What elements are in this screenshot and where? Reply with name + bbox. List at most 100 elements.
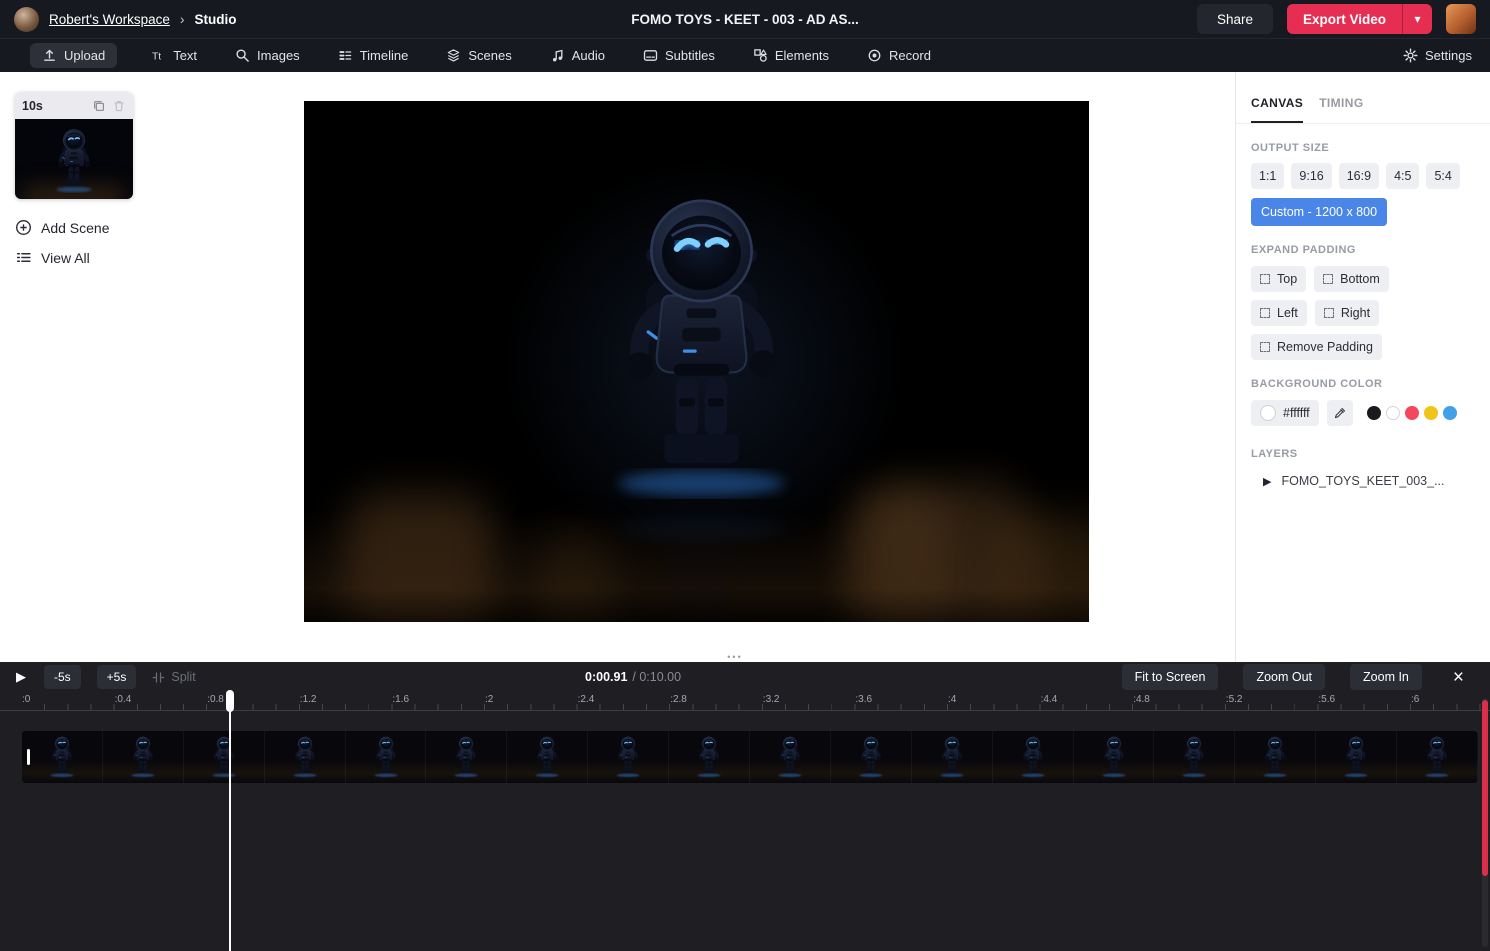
export-video-button[interactable]: Export Video ▾: [1287, 4, 1432, 34]
dashed-square-icon: [1323, 274, 1333, 284]
padding-left-button[interactable]: Left: [1251, 300, 1307, 326]
panel-resize-handle[interactable]: •••: [727, 652, 742, 662]
upload-icon: [42, 48, 57, 63]
padding-top-button[interactable]: Top: [1251, 266, 1306, 292]
forward-5s-button[interactable]: +5s: [97, 665, 137, 689]
toolbar-item-images[interactable]: Images: [231, 43, 304, 68]
color-dot-f0c419[interactable]: [1424, 406, 1438, 420]
view-all-label: View All: [41, 250, 90, 266]
workspace-link[interactable]: Robert's Workspace: [49, 12, 170, 27]
settings-button[interactable]: Settings: [1403, 48, 1472, 63]
color-dot-ffffff[interactable]: [1386, 406, 1400, 420]
film-frame-robot: [450, 734, 482, 780]
film-frame-robot: [531, 734, 563, 780]
padding-direction-label: Left: [1277, 306, 1298, 320]
ruler-tick: :1.2: [300, 694, 317, 705]
duplicate-icon[interactable]: [92, 99, 106, 113]
film-frame-robot: [46, 734, 78, 780]
gear-icon: [1403, 48, 1418, 63]
ratio-buttons: 1:1 9:16 16:9 4:5 5:4: [1251, 163, 1475, 189]
film-frame: [1397, 731, 1478, 783]
user-avatar[interactable]: [1446, 4, 1476, 34]
fit-to-screen-button[interactable]: Fit to Screen: [1122, 664, 1219, 690]
remove-padding-button[interactable]: Remove Padding: [1251, 334, 1382, 360]
ruler-tick: :2.8: [670, 694, 687, 705]
zoom-out-button[interactable]: Zoom Out: [1243, 664, 1325, 690]
toolbar-item-upload[interactable]: Upload: [30, 43, 117, 68]
layers-list: ▶FOMO_TOYS_KEET_003_...: [1251, 474, 1475, 488]
toolbar-item-elements[interactable]: Elements: [749, 43, 833, 68]
film-frame-robot: [1340, 734, 1372, 780]
clip-trim-handle[interactable]: [27, 749, 30, 765]
view-all-button[interactable]: View All: [15, 249, 235, 266]
scrollbar-thumb[interactable]: [1482, 700, 1488, 876]
add-scene-button[interactable]: Add Scene: [15, 219, 235, 236]
ratio-button-4-5[interactable]: 4:5: [1386, 163, 1419, 189]
toolbar-item-subtitles[interactable]: Subtitles: [639, 43, 719, 68]
film-frame-robot: [693, 734, 725, 780]
scene-card[interactable]: 10s: [15, 92, 133, 199]
color-dot-41a0e8[interactable]: [1443, 406, 1457, 420]
film-frame: [831, 731, 912, 783]
film-frame: [993, 731, 1074, 783]
clip-track[interactable]: [22, 731, 1478, 783]
toolbar-item-label: Subtitles: [665, 48, 715, 63]
workspace-avatar[interactable]: [14, 7, 39, 32]
dashed-square-icon: [1260, 274, 1270, 284]
padding-direction-label: Top: [1277, 272, 1297, 286]
ruler-tick: :4.4: [1041, 694, 1058, 705]
padding-bottom-button[interactable]: Bottom: [1314, 266, 1389, 292]
color-dot-1a1a1e[interactable]: [1367, 406, 1381, 420]
share-button[interactable]: Share: [1197, 4, 1273, 34]
ratio-button-1-1[interactable]: 1:1: [1251, 163, 1284, 189]
close-timeline-icon[interactable]: ×: [1447, 668, 1470, 687]
film-frame-robot: [127, 734, 159, 780]
film-frame: [426, 731, 507, 783]
film-frame-robot: [289, 734, 321, 780]
toolbar-item-timeline[interactable]: Timeline: [334, 43, 413, 68]
trash-icon[interactable]: [112, 99, 126, 113]
toolbar-item-scenes[interactable]: Scenes: [442, 43, 515, 68]
vertical-scrollbar[interactable]: [1482, 698, 1488, 947]
color-dot-f4475e[interactable]: [1405, 406, 1419, 420]
padding-buttons: Top Bottom Left Right: [1251, 266, 1409, 326]
custom-size-button[interactable]: Custom - 1200 x 800: [1251, 198, 1387, 226]
toolbar-item-text[interactable]: TtText: [147, 43, 201, 68]
zoom-in-button[interactable]: Zoom In: [1350, 664, 1422, 690]
timeline-ruler[interactable]: :0:0.4:0.8:1.2:1.6:2:2.4:2.8:3.2:3.6:4:4…: [0, 692, 1490, 711]
chevron-down-icon[interactable]: ▾: [1402, 4, 1432, 34]
film-frame: [265, 731, 346, 783]
eyedropper-button[interactable]: [1327, 400, 1353, 426]
video-preview[interactable]: [304, 101, 1089, 622]
timecode: 0:00.91 / 0:10.00: [585, 662, 681, 692]
tab-canvas[interactable]: CANVAS: [1251, 96, 1303, 123]
dashed-square-icon: [1324, 308, 1334, 318]
split-label: Split: [171, 670, 195, 684]
toolbar-item-record[interactable]: Record: [863, 43, 935, 68]
play-button[interactable]: ▶: [14, 669, 28, 685]
padding-direction-label: Right: [1341, 306, 1370, 320]
svg-text:Tt: Tt: [152, 51, 161, 62]
ratio-button-16-9[interactable]: 16:9: [1339, 163, 1379, 189]
film-frame: [669, 731, 750, 783]
background-color-row: #ffffff: [1251, 400, 1475, 426]
padding-right-button[interactable]: Right: [1315, 300, 1379, 326]
color-hex-button[interactable]: #ffffff: [1251, 400, 1319, 426]
ratio-button-5-4[interactable]: 5:4: [1426, 163, 1459, 189]
ruler-tick: :2.4: [578, 694, 595, 705]
film-frame: [1235, 731, 1316, 783]
film-frame-robot: [774, 734, 806, 780]
ratio-button-9-16[interactable]: 9:16: [1291, 163, 1331, 189]
split-button[interactable]: Split: [152, 670, 195, 684]
back-5s-button[interactable]: -5s: [44, 665, 81, 689]
scene-thumbnail[interactable]: [15, 119, 133, 199]
film-frame-robot: [1421, 734, 1453, 780]
toolbar-item-label: Audio: [572, 48, 605, 63]
film-frame: [912, 731, 993, 783]
layer-item[interactable]: ▶FOMO_TOYS_KEET_003_...: [1251, 474, 1475, 488]
toolbar-item-audio[interactable]: Audio: [546, 43, 609, 68]
output-size-title: OUTPUT SIZE: [1251, 142, 1475, 154]
scene-thumb-robot: [49, 127, 99, 195]
tab-timing[interactable]: TIMING: [1319, 96, 1363, 123]
playhead[interactable]: [229, 692, 231, 951]
